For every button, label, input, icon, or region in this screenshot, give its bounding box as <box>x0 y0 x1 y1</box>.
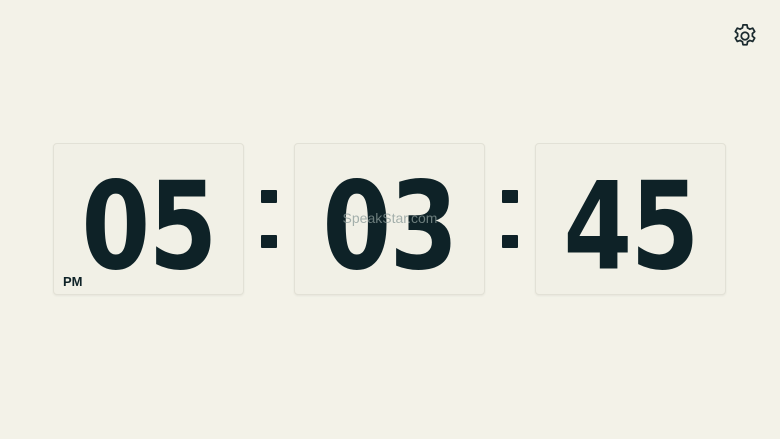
hours-digits: 05 <box>81 156 217 298</box>
separator-colon <box>502 190 518 250</box>
separator-dot <box>261 190 277 203</box>
seconds-digits: 45 <box>563 156 699 298</box>
separator-dot <box>502 190 518 203</box>
separator-dot <box>502 235 518 248</box>
am-pm-indicator: PM <box>63 274 83 289</box>
flip-clock: 05 PM 03 45 SpeakStar.com <box>0 0 780 439</box>
seconds-card: 45 <box>535 143 726 297</box>
separator-colon <box>261 190 277 250</box>
minutes-card: 03 <box>294 143 485 297</box>
minutes-digits: 03 <box>322 156 458 298</box>
hours-card: 05 PM <box>53 143 244 297</box>
separator-dot <box>261 235 277 248</box>
